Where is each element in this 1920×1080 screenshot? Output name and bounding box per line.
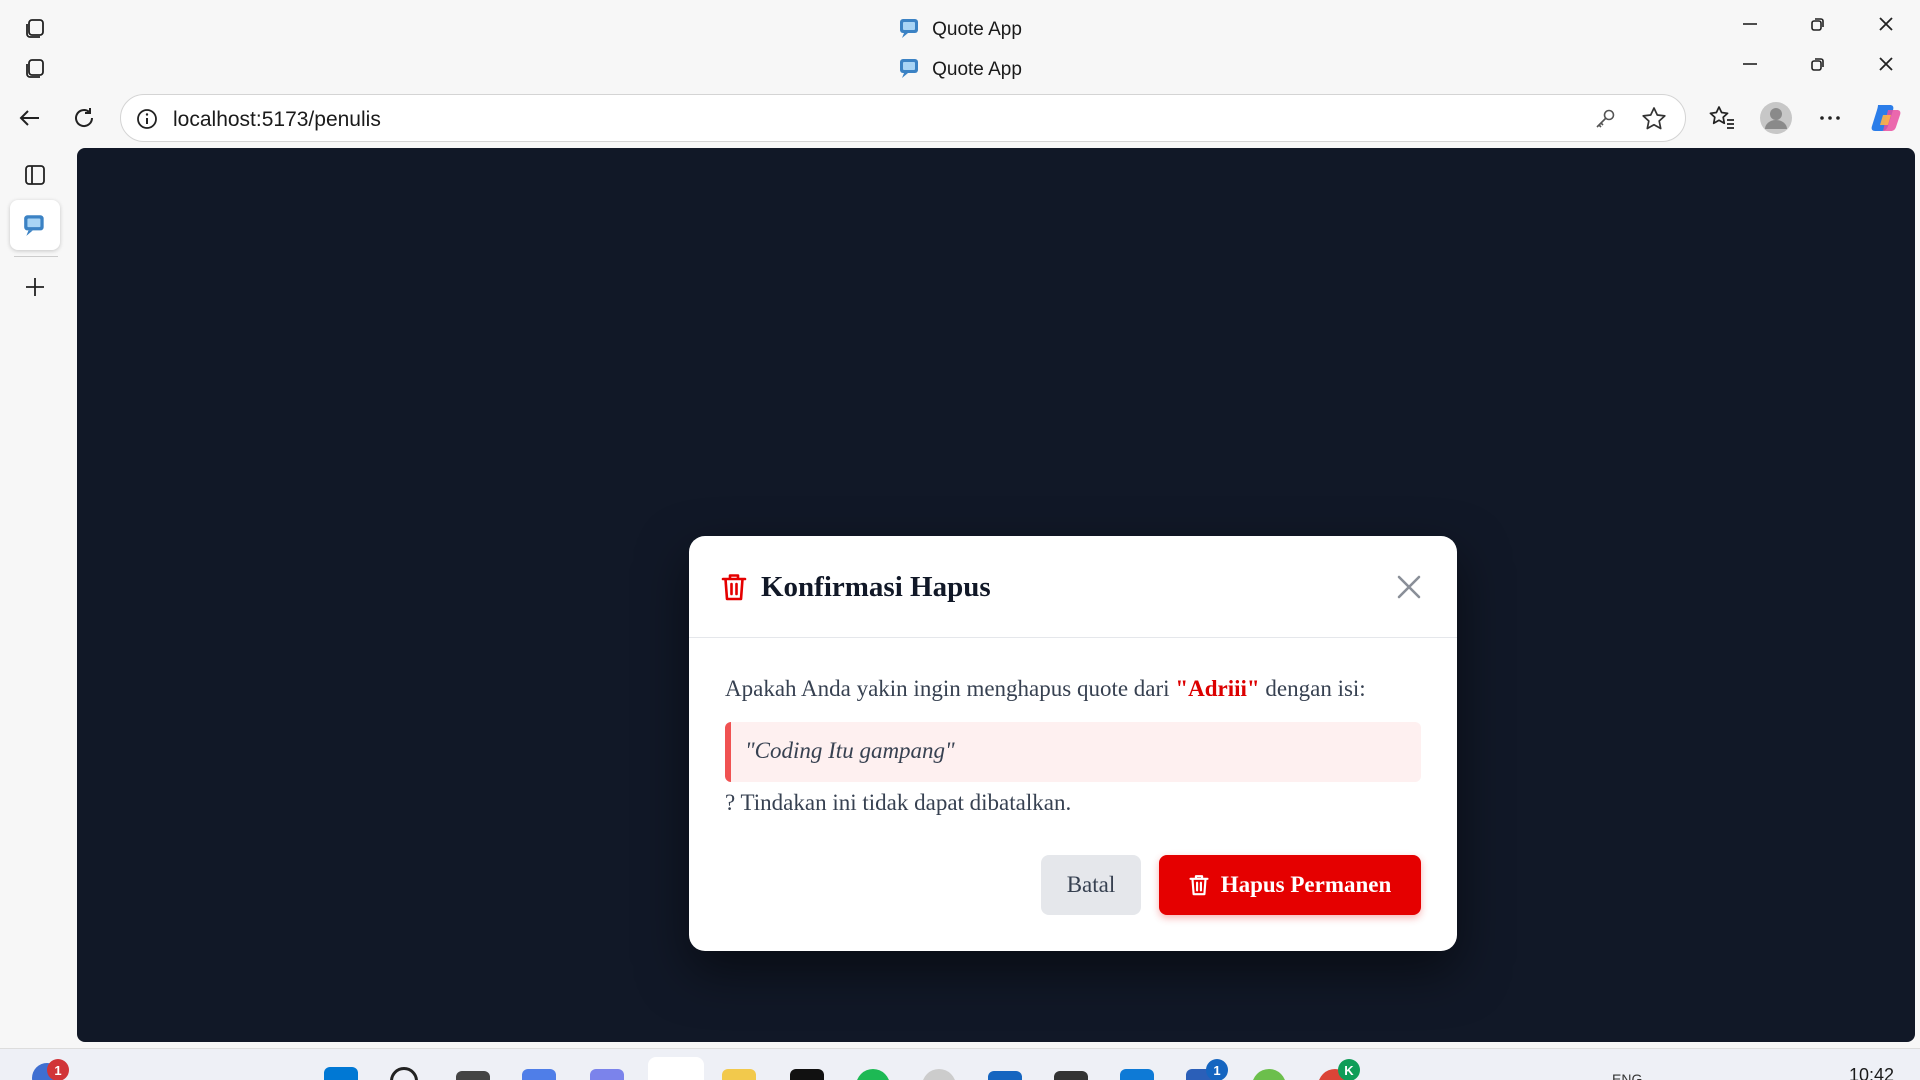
cancel-button[interactable]: Batal: [1041, 855, 1141, 915]
trash-icon: [721, 574, 747, 601]
back-button[interactable]: [10, 98, 50, 138]
favorites-button[interactable]: [1702, 98, 1742, 138]
restore-button[interactable]: [1784, 44, 1852, 84]
app-favicon-icon: [24, 215, 44, 236]
site-info-icon[interactable]: [135, 107, 159, 131]
more-options-button[interactable]: [1810, 98, 1850, 138]
window-title: Quote App: [0, 16, 1920, 41]
message-suffix: dengan isi:: [1259, 676, 1366, 701]
vertical-tabs-sidebar: [0, 150, 72, 1046]
sidebar-panel-icon: [25, 165, 45, 185]
dialog-title: Konfirmasi Hapus: [761, 571, 991, 603]
restore-icon: [1811, 58, 1824, 71]
taskbar: 1 1 K ENG 10:42: [0, 1048, 1920, 1080]
window-title: Quote App: [0, 56, 1920, 81]
copilot-button[interactable]: [1866, 98, 1906, 138]
spotify-icon[interactable]: [856, 1069, 890, 1080]
address-bar[interactable]: localhost:5173/penulis: [120, 94, 1686, 142]
browser-toolbar: localhost:5173/penulis: [0, 88, 1920, 148]
window-controls: [1716, 44, 1920, 84]
teams-icon[interactable]: [590, 1069, 624, 1080]
refresh-button[interactable]: [64, 98, 104, 138]
quote-preview: "Coding Itu gampang": [725, 722, 1421, 782]
maps-icon[interactable]: [1252, 1069, 1286, 1080]
dialog-header: Konfirmasi Hapus: [689, 536, 1457, 638]
restore-icon: [1811, 18, 1824, 31]
ellipsis-icon: [1820, 116, 1840, 120]
confirm-message: Apakah Anda yakin ingin menghapus quote …: [725, 676, 1366, 702]
minimize-icon: [1743, 63, 1757, 65]
cancel-button-label: Batal: [1066, 872, 1116, 897]
edge-active-icon[interactable]: [648, 1057, 704, 1080]
app-icon[interactable]: [1054, 1071, 1088, 1080]
avatar-icon: [1760, 102, 1792, 134]
minimize-button[interactable]: [1716, 4, 1784, 44]
minimize-button[interactable]: [1716, 44, 1784, 84]
profile-button[interactable]: [1756, 98, 1796, 138]
quote-text: "Coding Itu gampang": [745, 738, 955, 763]
app-favicon-icon: [900, 59, 919, 78]
file-explorer-icon[interactable]: [722, 1069, 756, 1080]
terminal-icon[interactable]: [790, 1069, 824, 1080]
wifi-app-icon[interactable]: [922, 1069, 956, 1080]
clock[interactable]: 10:42: [1849, 1065, 1894, 1080]
message-prefix: Apakah Anda yakin ingin menghapus quote …: [725, 676, 1176, 701]
chrome-profile-badge: K: [1338, 1059, 1360, 1080]
store-icon[interactable]: [988, 1071, 1022, 1080]
trash-icon: [1189, 875, 1209, 896]
page-viewport: Konfirmasi Hapus Apakah Anda yakin ingin…: [77, 148, 1915, 1042]
word-badge: 1: [1206, 1059, 1228, 1080]
arrow-left-icon: [19, 110, 39, 126]
app-favicon-icon: [900, 19, 919, 38]
task-view-icon[interactable]: [456, 1071, 490, 1080]
key-icon[interactable]: [1593, 107, 1617, 131]
author-name: "Adriii": [1175, 676, 1260, 701]
sidebar-divider: [14, 256, 58, 257]
close-window-button[interactable]: [1852, 44, 1920, 84]
vscode-icon[interactable]: [1120, 1069, 1154, 1080]
favorites-icon: [1709, 106, 1734, 129]
search-icon[interactable]: [390, 1067, 418, 1080]
minimize-icon: [1743, 23, 1757, 25]
window-title-text: Quote App: [932, 19, 1022, 40]
window-titlebar-1: Quote App: [0, 4, 1920, 44]
delete-permanent-button[interactable]: Hapus Permanen: [1159, 855, 1421, 915]
copilot-icon: [1871, 105, 1901, 131]
close-window-button[interactable]: [1852, 4, 1920, 44]
language-indicator[interactable]: ENG: [1612, 1071, 1642, 1080]
restore-button[interactable]: [1784, 4, 1852, 44]
delete-button-label: Hapus Permanen: [1220, 872, 1392, 897]
new-tab-button[interactable]: [10, 262, 60, 312]
favorite-star-icon[interactable]: [1641, 106, 1667, 132]
refresh-icon: [75, 108, 94, 127]
start-icon[interactable]: [324, 1067, 358, 1080]
close-icon: [1879, 57, 1893, 71]
notification-badge: 1: [47, 1059, 69, 1080]
url-text[interactable]: localhost:5173/penulis: [173, 108, 381, 132]
window-titlebar-2: Quote App: [0, 44, 1920, 84]
close-icon: [1879, 17, 1893, 31]
delete-confirm-dialog: Konfirmasi Hapus Apakah Anda yakin ingin…: [689, 536, 1457, 951]
close-dialog-icon[interactable]: [1395, 573, 1423, 601]
copilot-taskbar-icon[interactable]: [522, 1069, 556, 1080]
warning-text: ? Tindakan ini tidak dapat dibatalkan.: [725, 790, 1072, 815]
window-title-text: Quote App: [932, 59, 1022, 80]
window-controls: [1716, 4, 1920, 44]
tab-quote-app[interactable]: [10, 200, 60, 250]
plus-icon: [26, 278, 44, 296]
tab-panel-toggle-button[interactable]: [10, 150, 60, 200]
